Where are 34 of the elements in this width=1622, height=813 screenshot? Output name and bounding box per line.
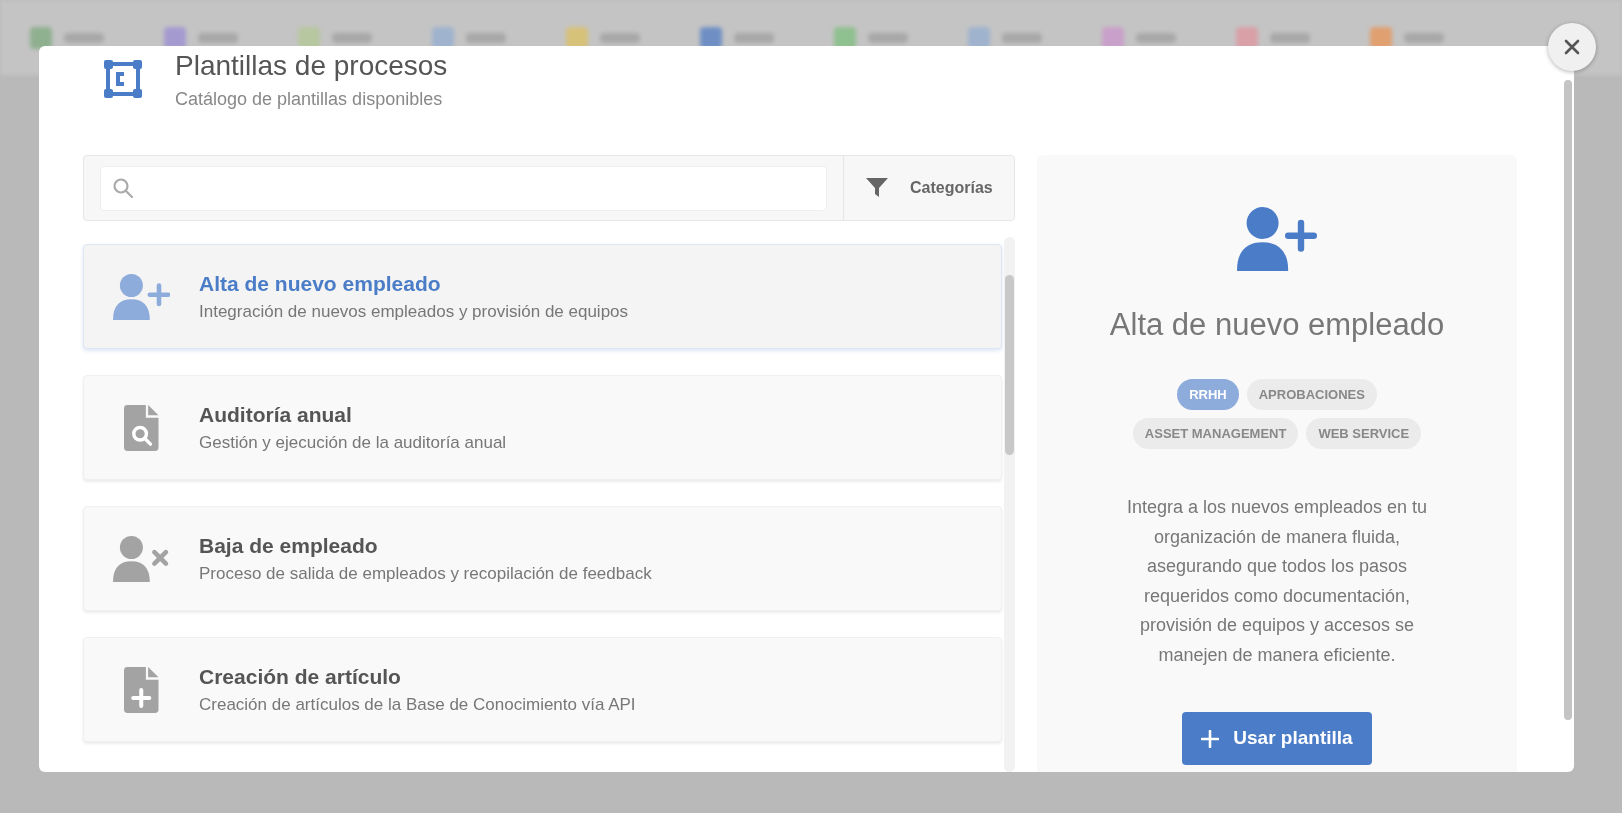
category-tag: RRHH — [1177, 379, 1239, 410]
dialog-title: Plantillas de procesos — [175, 49, 448, 83]
detail-description: Integra a los nuevos empleados en tu organización de manera fluida, asegurando que todos los pasos requeridos como documentación, provisión de equipos y accesos se manejen de manera eficiente. — [1125, 496, 1429, 667]
template-title: Baja de empleado — [199, 532, 379, 559]
template-title: Auditoría anual — [199, 401, 353, 428]
filter-icon — [866, 178, 888, 198]
category-tag: APROBACIONES — [1246, 379, 1377, 410]
person-icon — [1237, 207, 1317, 271]
template-description: Proceso de salida de empleados y recopilación de feedback — [199, 562, 652, 585]
dialog-scrollbar-thumb[interactable] — [1564, 80, 1572, 720]
person-icon — [112, 535, 171, 582]
use-template-button[interactable]: Usar plantilla — [1182, 712, 1372, 765]
template-description: Creación de artículos de la Base de Conocimiento vía API — [199, 693, 636, 716]
template-card[interactable]: Auditoría anual Gestión y ejecución de la auditoría anual — [83, 375, 1002, 480]
document-icon — [124, 666, 159, 713]
detail-title: Alta de nuevo empleado — [1109, 306, 1445, 344]
list-scrollbar-thumb[interactable] — [1005, 275, 1014, 455]
template-card[interactable]: Creación de artículo Creación de artículos de la Base de Conocimiento vía API — [83, 637, 1002, 742]
template-description: Integración de nuevos empleados y provisión de equipos — [199, 300, 629, 323]
document-icon — [124, 404, 159, 451]
template-card[interactable]: Baja de empleado Proceso de salida de empleados y recopilación de feedback — [83, 506, 1002, 611]
category-tag: WEB SERVICE — [1306, 418, 1422, 449]
close-icon — [1564, 39, 1580, 55]
plus-icon — [1201, 729, 1220, 748]
person-icon — [112, 273, 171, 320]
search-icon — [113, 178, 133, 198]
template-title: Alta de nuevo empleado — [199, 270, 442, 297]
category-tag: ASSET MANAGEMENT — [1132, 418, 1299, 449]
process-template-icon — [104, 60, 142, 98]
template-description: Gestión y ejecución de la auditoría anual — [199, 431, 507, 454]
template-card[interactable]: Alta de nuevo empleado Integración de nuevos empleados y provisión de equipos — [83, 244, 1002, 349]
dialog-subtitle: Catálogo de plantillas disponibles — [175, 88, 444, 111]
template-title: Creación de artículo — [199, 663, 402, 690]
categories-button[interactable]: Categorías — [843, 156, 1014, 220]
